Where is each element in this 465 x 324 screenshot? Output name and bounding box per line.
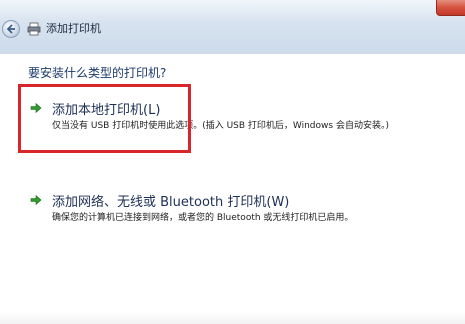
green-arrow-icon bbox=[30, 194, 42, 206]
add-network-printer-description: 确保您的计算机已连接到网络，或者您的 Bluetooth 或无线打印机已启用。 bbox=[52, 213, 354, 223]
back-button[interactable] bbox=[2, 20, 20, 38]
printer-icon bbox=[27, 22, 41, 36]
title-bar-sheen bbox=[0, 0, 465, 22]
close-button[interactable] bbox=[436, 0, 465, 16]
add-network-printer-title[interactable]: 添加网络、无线或 Bluetooth 打印机(W) bbox=[52, 191, 289, 210]
main-content: 要安装什么类型的打印机? 添加本地打印机(L) 仅当没有 USB 打印机时使用此… bbox=[0, 54, 465, 324]
back-arrow-icon bbox=[6, 24, 15, 34]
page-question: 要安装什么类型的打印机? bbox=[28, 66, 167, 80]
window-title: 添加打印机 bbox=[46, 22, 101, 35]
red-highlight-annotation bbox=[18, 84, 191, 153]
add-printer-window: 添加打印机 要安装什么类型的打印机? 添加本地打印机(L) 仅当没有 USB 打… bbox=[0, 0, 465, 324]
bottom-edge bbox=[0, 312, 465, 324]
title-bar: 添加打印机 bbox=[0, 0, 465, 54]
